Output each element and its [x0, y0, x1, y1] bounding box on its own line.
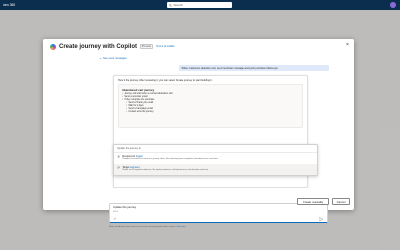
lightning-icon — [117, 154, 120, 159]
filter-icon[interactable] — [363, 2, 367, 15]
prompt-guide-icon[interactable] — [113, 217, 117, 221]
suggestion-description: Respond to actions or events to a journe… — [122, 158, 218, 161]
user-avatar[interactable] — [390, 2, 396, 8]
create-manually-button[interactable]: Create manually — [297, 198, 329, 205]
suggestions-heading: Update the journey to — [114, 145, 317, 153]
dialog-header: Create journey with Copilot Preview Term… — [43, 39, 354, 54]
character-count: 0/500 — [113, 211, 119, 213]
copilot-icon — [50, 43, 56, 50]
composer-input-text[interactable]: Update this journey — [113, 206, 136, 209]
help-icon[interactable]: ? — [381, 2, 385, 15]
disclaimer-text: Make sure AI-generated content is accura… — [109, 226, 177, 228]
add-icon[interactable] — [354, 2, 358, 15]
create-journey-dialog: Create journey with Copilot Preview Term… — [43, 39, 354, 228]
search-icon — [169, 3, 172, 7]
suggestion-trigger[interactable]: Respond to trigger Respond to actions or… — [114, 153, 317, 164]
ai-disclaimer: Make sure AI-generated content is accura… — [109, 226, 186, 228]
global-search-input[interactable]: Search — [167, 2, 232, 8]
suggestions-popup: Update the journey to Respond to trigger… — [113, 144, 318, 176]
see-terms-link[interactable]: See terms — [177, 226, 186, 228]
user-message: When customers abandon cart, send remind… — [179, 65, 329, 71]
see-more-messages-link[interactable]: See more messages — [99, 57, 127, 60]
suggestion-segment[interactable]: Target segment Reach out to targeted aud… — [114, 164, 317, 175]
message-composer[interactable]: Update this journey 0/500 — [109, 203, 328, 223]
journey-step: Contact exits the journey — [122, 111, 299, 114]
send-icon[interactable] — [318, 216, 324, 222]
settings-icon[interactable] — [372, 2, 376, 15]
suggestion-description: Reach out to targeted audiences, like lo… — [122, 169, 208, 172]
chevron-down-icon — [99, 57, 102, 60]
cancel-button[interactable]: Cancel — [332, 198, 350, 205]
chat-area: See more messages When customers abandon… — [93, 54, 333, 188]
preview-badge: Preview — [139, 43, 154, 50]
see-more-label: See more messages — [103, 57, 127, 60]
close-icon[interactable]: × — [345, 43, 350, 48]
people-icon — [117, 166, 120, 169]
journey-title: Abandoned cart journey — [122, 87, 155, 92]
search-placeholder: Search — [173, 3, 184, 7]
dialog-title: Create journey with Copilot — [59, 43, 138, 50]
lightbulb-icon[interactable] — [345, 2, 349, 15]
terms-link[interactable]: Terms of usable — [156, 45, 174, 48]
response-intro: Here's the journey. After reviewing it, … — [118, 79, 213, 82]
app-name: ions 365 — [3, 3, 16, 7]
journey-summary: Abandoned cart journey Journey will star… — [118, 84, 303, 128]
top-navigation-bar: ions 365 Search ? — [0, 0, 400, 15]
